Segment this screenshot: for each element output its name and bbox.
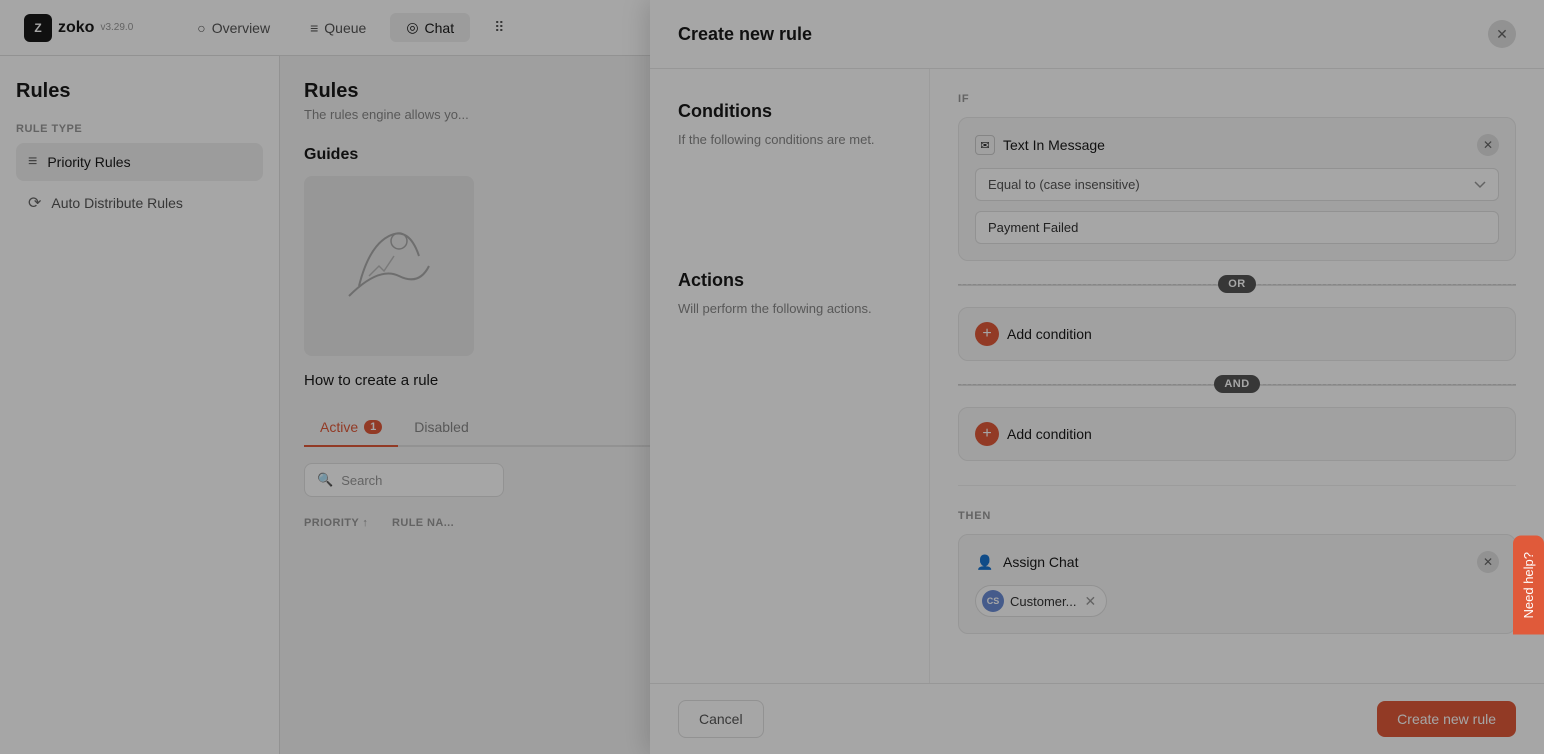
modal-overlay xyxy=(0,0,1544,754)
need-help-button[interactable]: Need help? xyxy=(1513,536,1544,635)
